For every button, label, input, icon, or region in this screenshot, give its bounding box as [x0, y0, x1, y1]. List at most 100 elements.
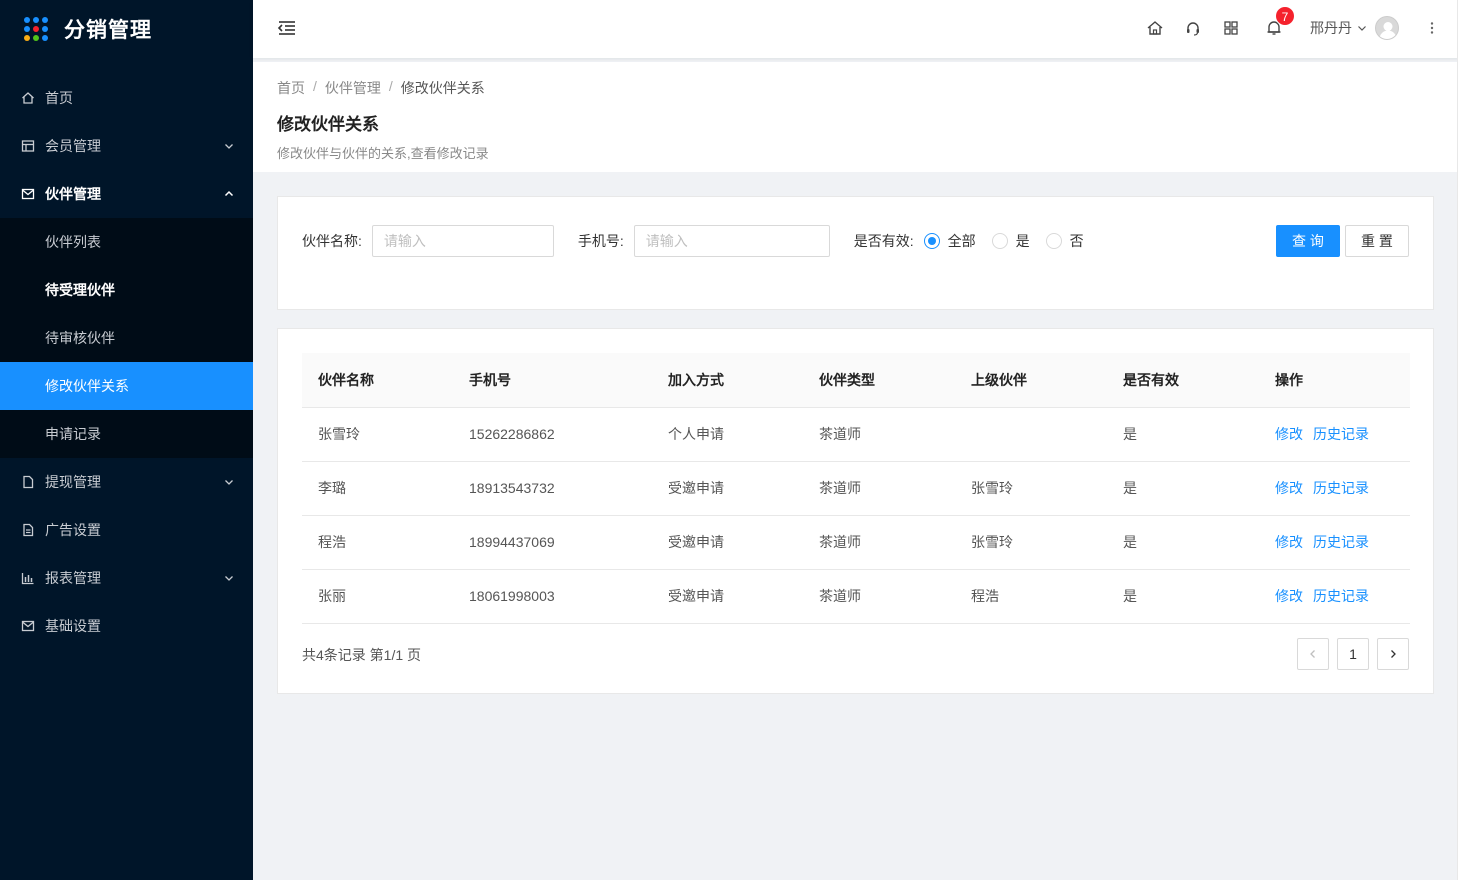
home-icon[interactable]	[1146, 19, 1164, 37]
cell-type: 茶道师	[803, 569, 955, 624]
history-link[interactable]: 历史记录	[1313, 588, 1369, 604]
edit-link[interactable]: 修改	[1275, 534, 1303, 550]
chevron-left-icon	[1308, 649, 1318, 659]
headset-icon[interactable]	[1184, 19, 1202, 37]
chevron-down-icon	[223, 140, 235, 152]
sidebar-item-label: 基础设置	[45, 618, 101, 634]
col-actions: 操作	[1259, 353, 1410, 408]
sidebar-item-members[interactable]: 会员管理	[0, 122, 253, 170]
page-description: 修改伙伴与伙伴的关系,查看修改记录	[277, 146, 489, 161]
history-link[interactable]: 历史记录	[1313, 480, 1369, 496]
sidebar-item-label: 伙伴管理	[45, 186, 101, 202]
sidebar-item-partners[interactable]: 伙伴管理	[0, 170, 253, 218]
cell-name: 张丽	[302, 569, 453, 624]
phone-input[interactable]	[633, 225, 830, 257]
sidebar-item-withdrawals[interactable]: 提现管理	[0, 458, 253, 506]
history-link[interactable]: 历史记录	[1313, 426, 1369, 442]
cell-phone: 18994437069	[453, 515, 652, 570]
logo-dot	[24, 35, 30, 41]
radio-dot-checked	[923, 233, 940, 249]
breadcrumb: 首页 / 伙伴管理 / 修改伙伴关系	[277, 78, 1457, 98]
sidebar-item-ads[interactable]: 广告设置	[0, 506, 253, 554]
cell-valid: 是	[1107, 407, 1259, 462]
radio-all-label: 全部	[947, 233, 976, 249]
chevron-down-icon	[1357, 23, 1367, 33]
radio-all[interactable]: 全部	[923, 231, 976, 251]
page-scrollbar[interactable]	[1457, 0, 1461, 880]
cell-valid: 是	[1107, 515, 1259, 570]
sidebar-subitem-review-partners[interactable]: 待审核伙伴	[0, 314, 253, 362]
breadcrumb-home[interactable]: 首页	[277, 78, 305, 98]
mail-icon	[21, 619, 35, 633]
cell-parent: 程浩	[955, 569, 1107, 624]
history-link[interactable]: 历史记录	[1313, 534, 1369, 550]
apps-icon[interactable]	[1222, 19, 1240, 37]
radio-yes[interactable]: 是	[991, 231, 1030, 251]
edit-link[interactable]: 修改	[1275, 480, 1303, 496]
table-header-row: 伙伴名称 手机号 加入方式 伙伴类型 上级伙伴 是否有效 操作	[302, 353, 1410, 408]
sidebar-subitem-modify-relation[interactable]: 修改伙伴关系	[0, 362, 253, 410]
cell-actions: 修改 历史记录	[1259, 515, 1410, 570]
reset-button[interactable]: 重 置	[1345, 225, 1409, 257]
logo-dot	[42, 17, 48, 23]
radio-dot	[991, 233, 1008, 249]
bar-chart-icon	[21, 571, 35, 585]
table-row: 李璐 18913543732 受邀申请 茶道师 张雪玲 是 修改 历史记录	[302, 461, 1410, 516]
breadcrumb-current: 修改伙伴关系	[400, 80, 485, 96]
logo-dot	[24, 26, 30, 32]
user-menu[interactable]: 邢丹丹	[1310, 15, 1399, 41]
breadcrumb-parent[interactable]: 伙伴管理	[325, 78, 381, 98]
col-parent-partner: 上级伙伴	[955, 353, 1107, 408]
phone-label: 手机号:	[577, 233, 624, 249]
logo-dot	[42, 35, 48, 41]
cell-parent: 张雪玲	[955, 515, 1107, 570]
cell-actions: 修改 历史记录	[1259, 461, 1410, 516]
partner-table: 伙伴名称 手机号 加入方式 伙伴类型 上级伙伴 是否有效 操作 张雪玲 1526…	[302, 353, 1410, 624]
cell-phone: 18913543732	[453, 461, 652, 516]
sidebar-item-label: 会员管理	[45, 138, 101, 154]
cell-join: 受邀申请	[652, 569, 803, 624]
sidebar-item-reports[interactable]: 报表管理	[0, 554, 253, 602]
sidebar: 分销管理 首页 会员管理 伙伴管理 伙伴列表 待受理伙伴 待审核伙伴 修改伙伴关…	[0, 0, 253, 880]
query-button[interactable]: 查 询	[1276, 225, 1340, 257]
partner-name-input[interactable]	[371, 225, 554, 257]
notification-badge: 7	[1275, 6, 1295, 26]
logo-dot	[33, 35, 39, 41]
page-number-button[interactable]: 1	[1337, 638, 1369, 670]
radio-no-label: 否	[1069, 233, 1084, 249]
valid-label: 是否有效:	[853, 233, 914, 249]
edit-link[interactable]: 修改	[1275, 588, 1303, 604]
edit-link[interactable]: 修改	[1275, 426, 1303, 442]
mail-icon	[21, 187, 35, 201]
more-vertical-icon[interactable]	[1429, 19, 1435, 37]
cell-parent	[955, 407, 1107, 462]
breadcrumb-separator: /	[388, 78, 393, 94]
next-page-button[interactable]	[1377, 638, 1409, 670]
search-form: 伙伴名称: 手机号: 是否有效: 全部 是 否	[302, 225, 1092, 257]
cell-valid: 是	[1107, 461, 1259, 516]
radio-yes-label: 是	[1015, 233, 1030, 249]
sidebar-item-settings[interactable]: 基础设置	[0, 602, 253, 650]
cell-name: 张雪玲	[302, 407, 453, 462]
cell-actions: 修改 历史记录	[1259, 407, 1410, 462]
cell-type: 茶道师	[803, 461, 955, 516]
file-text-icon	[21, 523, 35, 537]
col-phone: 手机号	[453, 353, 652, 408]
cell-actions: 修改 历史记录	[1259, 569, 1410, 624]
cell-phone: 15262286862	[453, 407, 652, 462]
prev-page-button[interactable]	[1297, 638, 1329, 670]
col-partner-name: 伙伴名称	[302, 353, 453, 408]
menu-fold-icon[interactable]	[277, 18, 297, 38]
home-icon	[21, 91, 35, 105]
chevron-down-icon	[223, 476, 235, 488]
partner-name-label: 伙伴名称:	[302, 233, 362, 249]
sidebar-item-home[interactable]: 首页	[0, 74, 253, 122]
col-join-method: 加入方式	[652, 353, 803, 408]
table-row: 张雪玲 15262286862 个人申请 茶道师 是 修改 历史记录	[302, 407, 1410, 462]
sidebar-subitem-pending-partners[interactable]: 待受理伙伴	[0, 266, 253, 314]
cell-join: 受邀申请	[652, 515, 803, 570]
sidebar-subitem-application-records[interactable]: 申请记录	[0, 410, 253, 458]
radio-no[interactable]: 否	[1045, 231, 1084, 251]
logo-dot	[33, 26, 39, 32]
sidebar-subitem-partner-list[interactable]: 伙伴列表	[0, 218, 253, 266]
